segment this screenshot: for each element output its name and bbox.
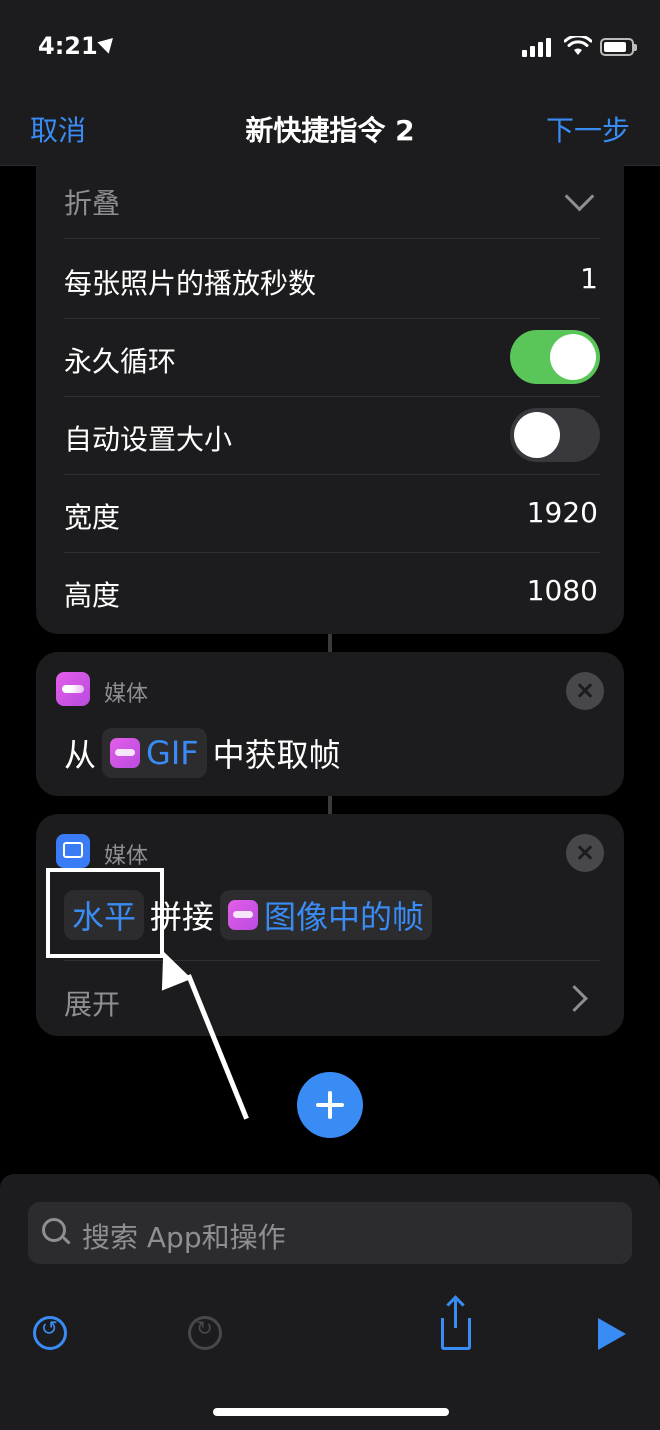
chevron-right-icon xyxy=(561,985,588,1012)
gif-token-label: GIF xyxy=(146,734,199,772)
loop-forever-toggle[interactable] xyxy=(510,330,600,384)
width-value[interactable]: 1920 xyxy=(527,496,598,529)
add-action-button[interactable] xyxy=(297,1072,363,1138)
media-variable-icon xyxy=(228,900,259,930)
loop-forever-label: 永久循环 xyxy=(64,345,177,378)
action-category-label: 媒体 xyxy=(104,682,149,707)
height-row[interactable]: 高度 1080 xyxy=(64,552,600,630)
gif-variable-token[interactable]: GIF xyxy=(102,728,207,778)
action-connector xyxy=(328,634,332,652)
redo-icon[interactable] xyxy=(188,1316,222,1350)
remove-action-button[interactable] xyxy=(566,834,604,872)
play-icon[interactable] xyxy=(598,1318,626,1350)
width-row[interactable]: 宽度 1920 xyxy=(64,474,600,553)
collapse-label: 折叠 xyxy=(64,187,121,220)
auto-size-row: 自动设置大小 xyxy=(64,396,600,475)
chevron-down-icon xyxy=(564,181,595,212)
navigation-bar: 取消 新快捷指令 2 下一步 xyxy=(0,95,660,166)
highlight-box xyxy=(46,868,164,958)
action-connector xyxy=(328,796,332,814)
seconds-per-photo-value[interactable]: 1 xyxy=(580,262,598,295)
status-bar: 4:21 xyxy=(0,0,660,95)
home-indicator xyxy=(213,1408,449,1416)
height-label: 高度 xyxy=(64,579,121,612)
collapse-row[interactable]: 折叠 xyxy=(64,160,600,239)
frames-variable-token[interactable]: 图像中的帧 xyxy=(220,890,433,940)
editor-toolbar xyxy=(0,1294,660,1374)
expand-label: 展开 xyxy=(64,988,121,1021)
next-button[interactable]: 下一步 xyxy=(546,109,630,149)
action-prefix-text: 从 xyxy=(64,736,97,774)
action-description: 从 GIF 中获取帧 xyxy=(64,728,341,778)
search-icon xyxy=(42,1218,66,1242)
seconds-per-photo-row[interactable]: 每张照片的播放秒数 1 xyxy=(64,240,600,319)
auto-size-label: 自动设置大小 xyxy=(64,423,233,456)
action-category-label: 媒体 xyxy=(104,844,149,869)
media-icon xyxy=(56,672,90,706)
frames-token-label: 图像中的帧 xyxy=(264,898,425,936)
get-frames-action-card[interactable]: 媒体 从 GIF 中获取帧 xyxy=(36,652,624,796)
remove-action-button[interactable] xyxy=(566,672,604,710)
battery-icon xyxy=(600,38,637,56)
cellular-signal-icon xyxy=(522,38,551,57)
location-arrow-icon xyxy=(97,32,119,54)
loop-forever-row: 永久循环 xyxy=(64,318,600,397)
wifi-icon xyxy=(564,36,592,55)
seconds-per-photo-label: 每张照片的播放秒数 xyxy=(64,267,317,300)
status-time: 4:21 xyxy=(38,32,98,60)
bottom-sheet: 搜索 App和操作 xyxy=(0,1174,660,1430)
search-placeholder: 搜索 App和操作 xyxy=(82,1221,286,1254)
media-variable-icon xyxy=(110,738,141,768)
action-suffix-text: 中获取帧 xyxy=(212,736,341,774)
undo-icon[interactable] xyxy=(33,1316,67,1350)
height-value[interactable]: 1080 xyxy=(527,574,598,607)
expand-row[interactable]: 展开 xyxy=(64,960,600,1036)
search-field[interactable]: 搜索 App和操作 xyxy=(28,1202,632,1264)
settings-card: 折叠 每张照片的播放秒数 1 永久循环 自动设置大小 宽度 1920 高度 10… xyxy=(36,160,624,634)
share-icon[interactable] xyxy=(441,1300,471,1350)
auto-size-toggle[interactable] xyxy=(510,408,600,462)
width-label: 宽度 xyxy=(64,501,121,534)
photo-icon xyxy=(56,834,90,868)
